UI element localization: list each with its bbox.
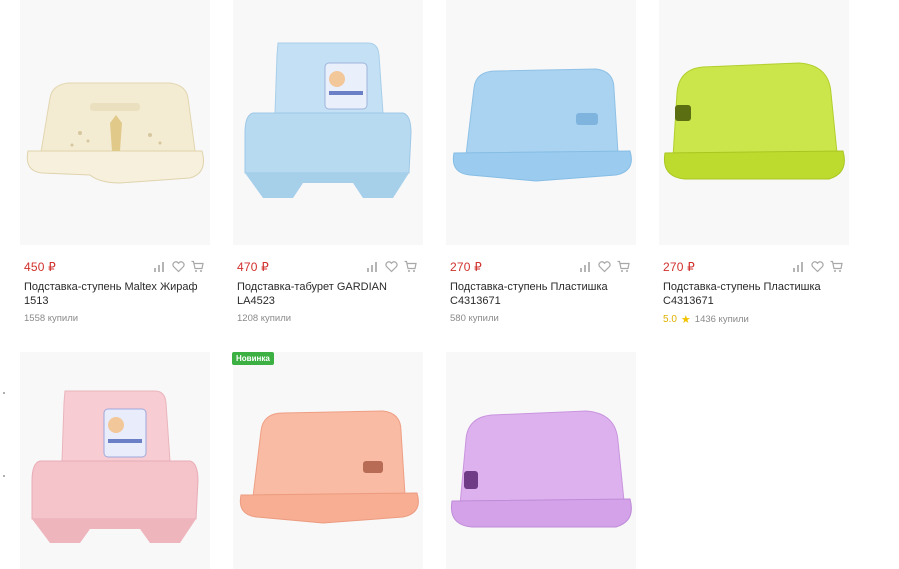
product-image[interactable]: [659, 0, 849, 245]
compare-icon[interactable]: [153, 260, 166, 273]
beige-step-stool-icon: [26, 82, 204, 184]
peach-step-stool-icon: [239, 409, 419, 524]
product-price: 450 ₽: [24, 260, 56, 274]
product-image[interactable]: [446, 352, 636, 569]
product-meta: 1558 купили: [24, 313, 78, 324]
bought-count: 1436 купили: [694, 314, 749, 325]
product-meta: 5.0 ★ 1436 купили: [663, 313, 749, 326]
bought-count: 580 купили: [450, 313, 499, 324]
product-meta: 580 купили: [450, 313, 499, 324]
product-image[interactable]: [20, 0, 210, 245]
scroll-indicator: [3, 392, 5, 394]
blue-step-stool-icon: [452, 67, 632, 182]
product-price: 270 ₽: [663, 260, 695, 274]
product-title[interactable]: Подставка-табурет GARDIAN LA4523: [237, 280, 415, 308]
product-image[interactable]: [233, 0, 423, 245]
price-row: 270 ₽: [663, 259, 843, 277]
product-actions: [366, 260, 417, 273]
heart-icon[interactable]: [598, 260, 611, 273]
price-row: 450 ₽: [24, 259, 204, 277]
product-title[interactable]: Подставка-ступень Пластишка С4313671: [663, 280, 841, 308]
star-icon: ★: [680, 314, 691, 326]
cart-icon[interactable]: [830, 260, 843, 273]
rating-value: 5.0: [663, 314, 677, 325]
price-row: 270 ₽: [450, 259, 630, 277]
heart-icon[interactable]: [811, 260, 824, 273]
heart-icon[interactable]: [172, 260, 185, 273]
product-actions: [792, 260, 843, 273]
product-image[interactable]: [446, 0, 636, 245]
scroll-indicator: [3, 475, 5, 477]
product-actions: [579, 260, 630, 273]
compare-icon[interactable]: [579, 260, 592, 273]
compare-icon[interactable]: [792, 260, 805, 273]
product-actions: [153, 260, 204, 273]
heart-icon[interactable]: [385, 260, 398, 273]
product-price: 470 ₽: [237, 260, 269, 274]
cart-icon[interactable]: [617, 260, 630, 273]
cart-icon[interactable]: [191, 260, 204, 273]
lilac-step-stool-icon: [450, 409, 632, 527]
product-title[interactable]: Подставка-ступень Maltex Жираф 1513: [24, 280, 202, 308]
blue-two-step-stool-icon: [244, 42, 412, 198]
price-row: 470 ₽: [237, 259, 417, 277]
product-image[interactable]: [233, 352, 423, 569]
green-step-stool-icon: [663, 61, 845, 179]
product-title[interactable]: Подставка-ступень Пластишка С4313671: [450, 280, 628, 308]
product-price: 270 ₽: [450, 260, 482, 274]
bought-count: 1558 купили: [24, 313, 79, 324]
cart-icon[interactable]: [404, 260, 417, 273]
product-image[interactable]: [20, 352, 210, 569]
product-meta: 1208 купили: [237, 313, 291, 324]
bought-count: 1208 купили: [237, 313, 292, 324]
compare-icon[interactable]: [366, 260, 379, 273]
pink-two-step-stool-icon: [31, 390, 199, 543]
new-badge: Новинка: [232, 352, 274, 365]
